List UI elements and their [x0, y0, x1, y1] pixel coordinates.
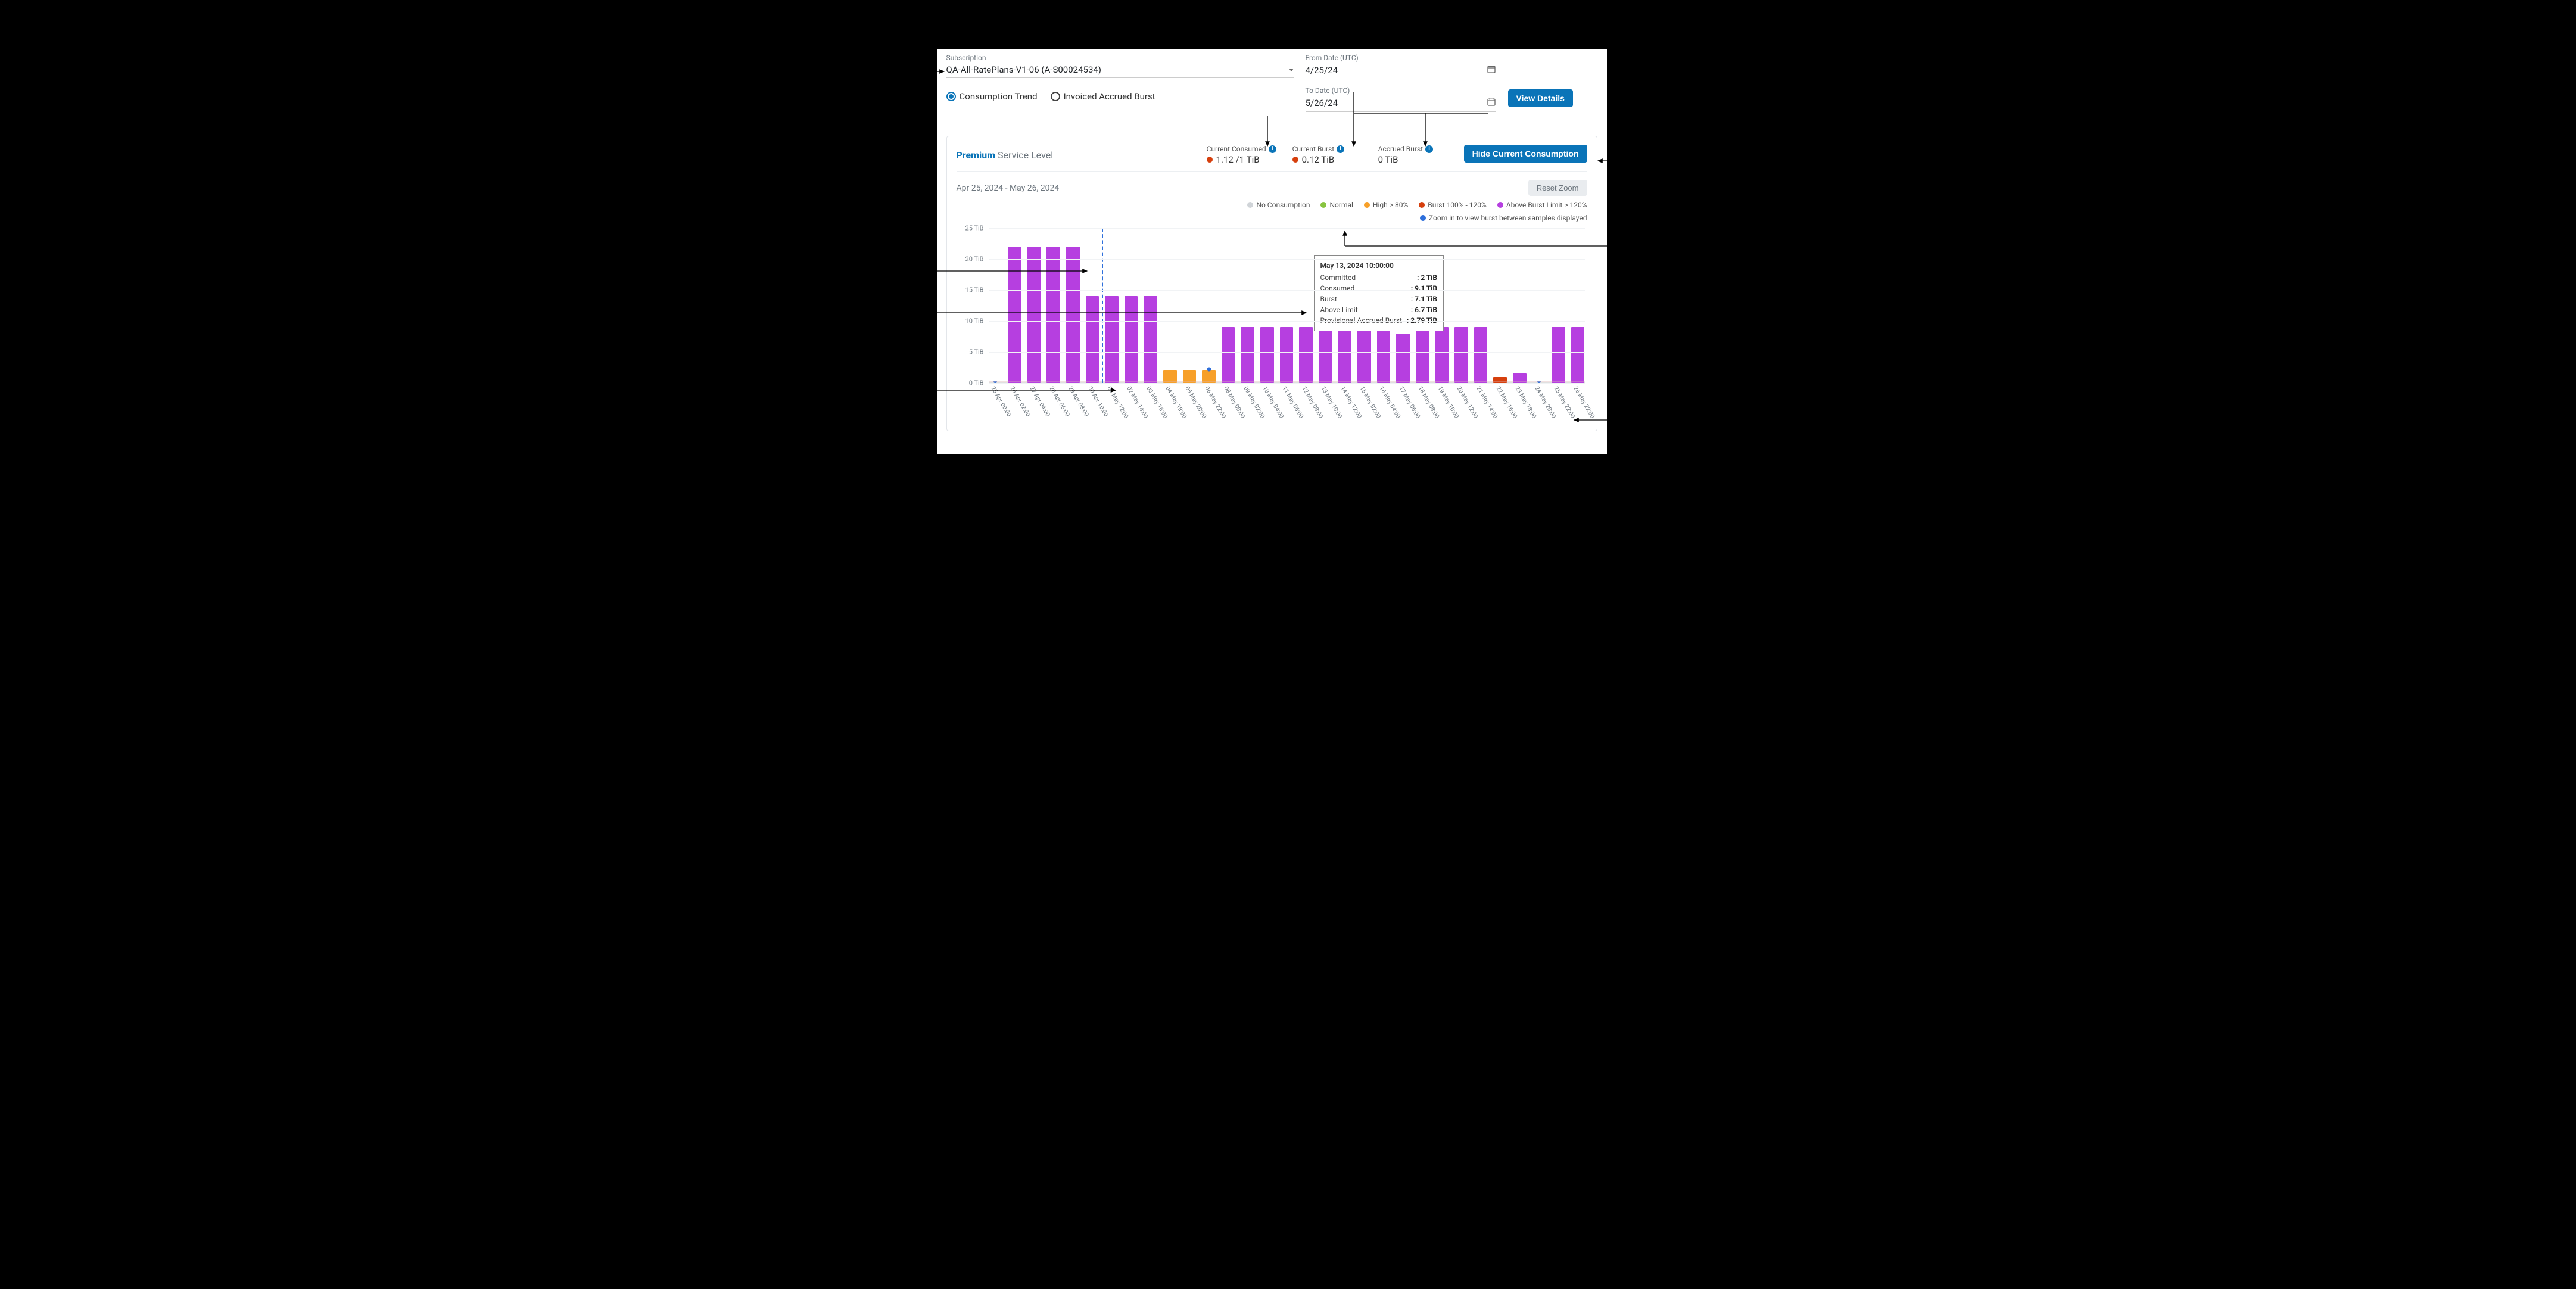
chevron-down-icon	[1289, 69, 1294, 71]
radio-consumption-trend-label: Consumption Trend	[960, 91, 1038, 102]
current-consumed-label: Current Consumed	[1207, 145, 1266, 153]
y-tick: 5 TiB	[957, 348, 984, 356]
calendar-icon	[1487, 64, 1496, 76]
view-details-button[interactable]: View Details	[1508, 89, 1573, 107]
radio-invoiced-burst-label: Invoiced Accrued Burst	[1064, 91, 1155, 102]
y-tick: 25 TiB	[957, 225, 984, 232]
x-tick-label: 26 May 22:00	[1572, 385, 1596, 419]
radio-unchecked-icon	[1051, 92, 1060, 101]
chart-tooltip: May 13, 2024 10:00:00 Committed : 2 TiB C…	[1314, 255, 1444, 331]
y-tick: 20 TiB	[957, 256, 984, 263]
metrics-group: Current Consumed i 1.12 /1 TiB Current B…	[1207, 145, 1587, 165]
tooltip-consumed-label: Consumed	[1320, 283, 1355, 294]
sample-dot	[1207, 368, 1211, 372]
current-burst-label: Current Burst	[1292, 145, 1335, 153]
service-level-premium: Premium	[957, 150, 996, 161]
tooltip-committed-label: Committed	[1320, 272, 1356, 283]
legend-normal: Normal	[1329, 201, 1353, 209]
current-burst-value: 0.12 TiB	[1302, 154, 1335, 165]
tooltip-burst-value: : 7.1 TiB	[1411, 294, 1437, 304]
calendar-icon	[1487, 97, 1496, 109]
from-date-label: From Date (UTC)	[1306, 54, 1496, 62]
info-icon[interactable]: i	[1269, 145, 1276, 153]
chart-cursor-line	[1102, 228, 1103, 383]
to-date-label: To Date (UTC)	[1306, 86, 1496, 95]
chart-date-range: Apr 25, 2024 - May 26, 2024	[957, 183, 1060, 193]
y-tick: 10 TiB	[957, 317, 984, 325]
radio-consumption-trend[interactable]: Consumption Trend	[946, 91, 1038, 102]
service-level-title: Premium Service Level	[957, 150, 1054, 161]
status-dot	[1292, 157, 1298, 163]
chart-area[interactable]: 25 Apr 00:0026 Apr 02:0027 Apr 04:0028 A…	[957, 228, 1587, 425]
legend-dot	[1419, 202, 1425, 208]
radio-invoiced-burst[interactable]: Invoiced Accrued Burst	[1051, 91, 1155, 102]
metric-accrued-burst: Accrued Burst i 0 TiB	[1378, 145, 1450, 165]
tooltip-prov-label: Provisional Accrued Burst	[1320, 315, 1402, 326]
tooltip-above-limit-value: : 6.7 TiB	[1411, 304, 1437, 315]
legend-row-2: Zoom in to view burst between samples di…	[957, 211, 1587, 225]
metric-current-burst: Current Burst i 0.12 TiB	[1292, 145, 1364, 165]
status-dot	[1207, 157, 1213, 163]
tooltip-prov-value: : 2.79 TiB	[1407, 315, 1437, 326]
legend-no-consumption: No Consumption	[1256, 201, 1310, 209]
info-icon[interactable]: i	[1337, 145, 1344, 153]
metric-current-consumed: Current Consumed i 1.12 /1 TiB	[1207, 145, 1278, 165]
current-consumed-value: 1.12 /1 TiB	[1216, 154, 1260, 165]
top-controls: Subscription QA-All-RatePlans-V1-06 (A-S…	[937, 49, 1607, 112]
y-tick: 15 TiB	[957, 287, 984, 294]
legend-dot	[1320, 202, 1326, 208]
accrued-burst-label: Accrued Burst	[1378, 145, 1423, 153]
to-date-input[interactable]: 5/26/24	[1306, 96, 1496, 112]
reset-zoom-button[interactable]: Reset Zoom	[1528, 180, 1587, 196]
chart-card: Premium Service Level Current Consumed i…	[946, 136, 1597, 431]
to-date-value: 5/26/24	[1306, 98, 1338, 108]
tooltip-burst-label: Burst	[1320, 294, 1337, 304]
from-date-input[interactable]: 4/25/24	[1306, 63, 1496, 79]
legend-burst: Burst 100% - 120%	[1428, 201, 1487, 209]
radio-checked-icon	[946, 92, 956, 101]
tooltip-title: May 13, 2024 10:00:00	[1320, 260, 1438, 271]
legend-dot	[1364, 202, 1370, 208]
legend-row-1: No Consumption Normal High > 80% Burst 1…	[957, 198, 1587, 211]
service-level-text: Service Level	[998, 150, 1053, 161]
subscription-value: QA-All-RatePlans-V1-06 (A-S00024534)	[946, 64, 1102, 75]
info-icon[interactable]: i	[1425, 145, 1433, 153]
tooltip-committed-value: : 2 TiB	[1417, 272, 1437, 283]
tooltip-consumed-value: : 9.1 TiB	[1411, 283, 1437, 294]
legend-dot	[1420, 215, 1426, 221]
consumption-panel: Subscription QA-All-RatePlans-V1-06 (A-S…	[937, 49, 1607, 454]
legend-high: High > 80%	[1373, 201, 1408, 209]
accrued-burst-value: 0 TiB	[1378, 154, 1398, 165]
legend-dot	[1247, 202, 1253, 208]
view-mode-radios: Consumption Trend Invoiced Accrued Burst	[946, 91, 1294, 102]
legend-zoom-hint: Zoom in to view burst between samples di…	[1429, 214, 1587, 222]
legend-dot	[1497, 202, 1503, 208]
subscription-label: Subscription	[946, 54, 1294, 62]
legend-above-burst: Above Burst Limit > 120%	[1506, 201, 1587, 209]
subscription-select[interactable]: QA-All-RatePlans-V1-06 (A-S00024534)	[946, 63, 1294, 78]
tooltip-above-limit-label: Above Limit	[1320, 304, 1358, 315]
y-tick: 0 TiB	[957, 379, 984, 387]
hide-current-consumption-button[interactable]: Hide Current Consumption	[1464, 145, 1587, 163]
from-date-value: 4/25/24	[1306, 65, 1338, 76]
